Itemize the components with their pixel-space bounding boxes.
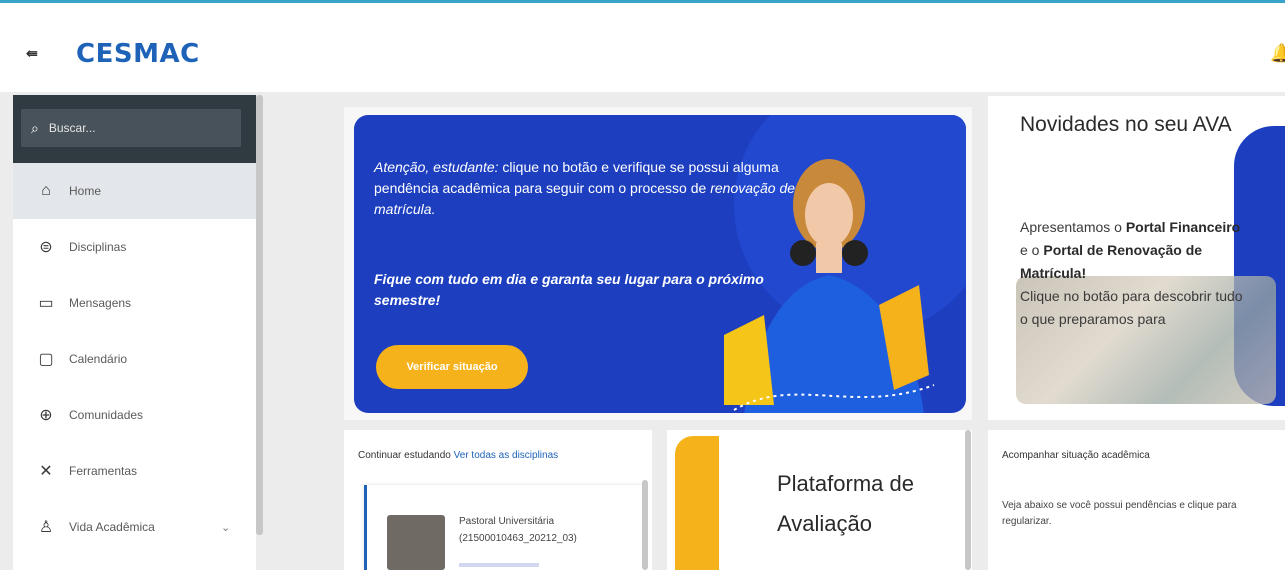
- sidebar-item-label: Ferramentas: [69, 464, 138, 478]
- verify-status-button[interactable]: Verificar situação: [376, 345, 528, 389]
- course-name: Pastoral Universitária (21500010463_2021…: [459, 516, 577, 544]
- view-all-disciplines-link[interactable]: Ver todas as disciplinas: [454, 450, 559, 461]
- course-thumbnail: [387, 515, 445, 570]
- search-placeholder: Buscar...: [48, 121, 96, 135]
- academic-status-heading: Acompanhar situação acadêmica: [1002, 450, 1150, 461]
- sidebar-item-comunidades[interactable]: ⊕ Comunidades: [13, 387, 256, 443]
- sidebar: ⌕ Buscar... ⌂ Home ⊜ Disciplinas ▭ Mensa…: [13, 95, 256, 570]
- renewal-banner: Atenção, estudante: clique no botão e ve…: [354, 115, 966, 413]
- cesmac-logo[interactable]: CESMAC: [76, 39, 200, 69]
- sidebar-item-label: Home: [69, 184, 102, 198]
- collapse-menu-icon[interactable]: ⇚: [26, 45, 38, 62]
- sidebar-scrollbar[interactable]: [256, 95, 263, 535]
- news-title: Novidades no seu AVA: [1020, 113, 1232, 136]
- evaluation-scrollbar[interactable]: [965, 430, 971, 570]
- sidebar-item-label: Calendário: [69, 352, 128, 366]
- course-item[interactable]: Pastoral Universitária (21500010463_2021…: [364, 485, 644, 570]
- continue-studying-card: Continuar estudando Ver todas as discipl…: [344, 430, 652, 570]
- sidebar-item-label: Mensagens: [69, 296, 132, 310]
- course-progress-bar: [459, 563, 539, 567]
- news-card: Novidades no seu AVA Apresentamos o Port…: [988, 96, 1285, 420]
- academic-status-description: Veja abaixo se você possui pendências e …: [1002, 500, 1237, 527]
- home-icon: ⌂: [41, 182, 51, 199]
- sidebar-item-home[interactable]: ⌂ Home: [13, 163, 256, 219]
- evaluation-decoration: [675, 436, 719, 570]
- continue-studying-heading: Continuar estudando Ver todas as discipl…: [358, 450, 559, 461]
- message-icon: ▭: [38, 295, 54, 312]
- sidebar-item-calendario[interactable]: ▢ Calendário: [13, 331, 256, 387]
- search-area: ⌕ Buscar...: [13, 95, 256, 163]
- banner-card: Atenção, estudante: clique no botão e ve…: [344, 107, 972, 420]
- sidebar-item-label: Comunidades: [69, 408, 144, 422]
- sidebar-item-vida-academica[interactable]: ♙ Vida Acadêmica ⌄: [13, 499, 256, 555]
- chevron-down-icon[interactable]: ⌄: [221, 521, 230, 534]
- academic-status-card: Acompanhar situação acadêmica Veja abaix…: [988, 430, 1285, 570]
- search-icon: ⌕: [31, 119, 39, 136]
- sidebar-item-label: Vida Acadêmica: [69, 520, 155, 534]
- calendar-icon: ▢: [38, 351, 54, 368]
- sidebar-item-ferramentas[interactable]: ✕ Ferramentas: [13, 443, 256, 499]
- sidebar-item-mensagens[interactable]: ▭ Mensagens: [13, 275, 256, 331]
- top-header: ⇚ CESMAC 🔔: [0, 0, 1285, 92]
- tools-icon: ✕: [39, 463, 53, 480]
- disciplines-icon: ⊜: [39, 239, 53, 256]
- search-input[interactable]: ⌕ Buscar...: [21, 109, 241, 147]
- news-body: Apresentamos o Portal Financeiro e o Por…: [1020, 219, 1243, 327]
- evaluation-title: Plataforma de Avaliação: [777, 471, 914, 536]
- evaluation-platform-card[interactable]: Plataforma de Avaliação: [667, 430, 972, 570]
- sidebar-item-disciplinas[interactable]: ⊜ Disciplinas: [13, 219, 256, 275]
- person-icon: ♙: [38, 519, 54, 536]
- globe-icon: ⊕: [39, 407, 53, 424]
- bell-icon[interactable]: 🔔: [1270, 43, 1285, 63]
- student-illustration: [724, 159, 935, 413]
- sidebar-item-label: Disciplinas: [69, 240, 127, 254]
- study-scrollbar[interactable]: [642, 480, 648, 570]
